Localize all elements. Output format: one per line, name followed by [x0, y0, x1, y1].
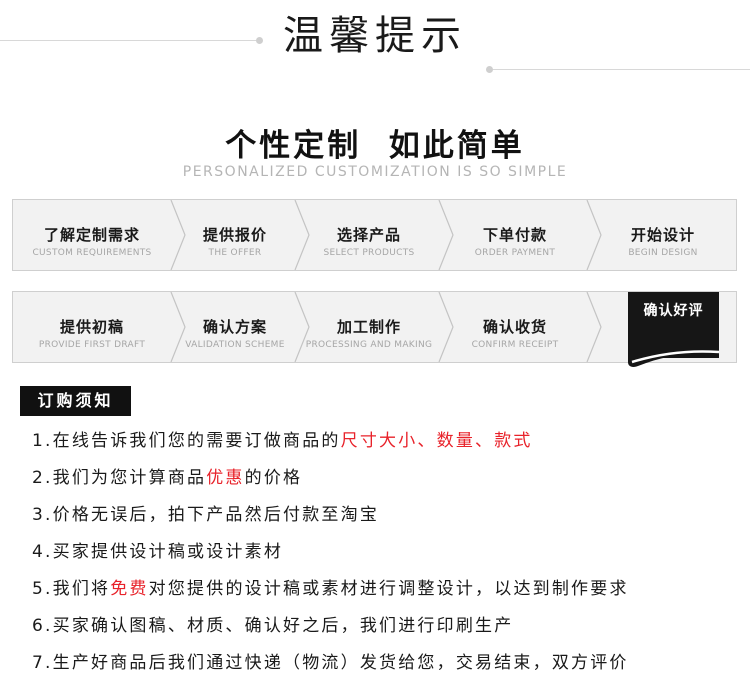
item-text: 5.我们将 — [32, 579, 111, 599]
step-subtitle: SELECT PRODUCTS — [323, 248, 415, 258]
list-item: 7.生产好商品后我们通过快递（物流）发货给您，交易结束，双方评价 — [32, 645, 747, 682]
step-order-payment: 下单付款 ORDER PAYMENT — [445, 200, 585, 270]
item-text: 6.买家确认图稿、材质、确认好之后，我们进行印刷生产 — [32, 616, 514, 636]
badge-curl-icon — [628, 332, 719, 367]
step-title: 下单付款 — [482, 226, 547, 244]
list-item: 3.价格无误后，拍下产品然后付款至淘宝 — [32, 497, 747, 534]
list-item: 1.在线告诉我们您的需要订做商品的尺寸大小、数量、款式 — [32, 423, 747, 460]
step-begin-design: 开始设计 BEGIN DESIGN — [593, 200, 733, 270]
step-title: 选择产品 — [336, 226, 401, 244]
step-subtitle: ORDER PAYMENT — [474, 248, 556, 258]
item-highlight: 优惠 — [206, 468, 245, 488]
step-title: 提供初稿 — [59, 318, 124, 336]
section-title: 个性定制 如此简单 — [225, 128, 525, 164]
page-title: 温馨提示 — [283, 13, 467, 59]
list-item: 5.我们将免费对您提供的设计稿或素材进行调整设计，以达到制作要求 — [32, 571, 747, 608]
list-item: 4.买家提供设计稿或设计素材 — [32, 534, 747, 571]
step-select-products: 选择产品 SELECT PRODUCTS — [301, 200, 437, 270]
list-item: 2.我们为您计算商品优惠的价格 — [32, 460, 747, 497]
step-title: 提供报价 — [202, 226, 267, 244]
item-highlight: 尺寸大小、数量、款式 — [340, 431, 533, 451]
step-title: 确认收货 — [482, 318, 547, 336]
badge-label: 确认好评 — [643, 303, 704, 319]
step-subtitle: CONFIRM RECEIPT — [471, 340, 559, 350]
list-item: 6.买家确认图稿、材质、确认好之后，我们进行印刷生产 — [32, 608, 747, 645]
item-text: 1.在线告诉我们您的需要订做商品的 — [32, 431, 341, 451]
step-title: 了解定制需求 — [43, 226, 140, 244]
notice-tag: 订购须知 — [20, 386, 131, 416]
step-subtitle: VALIDATION SCHEME — [185, 340, 285, 350]
item-text: 2.我们为您计算商品 — [32, 468, 207, 488]
header-dot-right — [486, 66, 493, 73]
step-confirm-receipt: 确认收货 CONFIRM RECEIPT — [445, 292, 585, 362]
item-text: 4.买家提供设计稿或设计素材 — [32, 542, 284, 562]
step-title: 开始设计 — [630, 226, 695, 244]
header-line-right — [490, 69, 750, 70]
step-offer: 提供报价 THE OFFER — [173, 200, 297, 270]
step-subtitle: CUSTOM REQUIREMENTS — [32, 248, 152, 258]
step-validation-scheme: 确认方案 VALIDATION SCHEME — [173, 292, 297, 362]
step-subtitle: BEGIN DESIGN — [628, 248, 698, 258]
step-title: 加工制作 — [336, 318, 401, 336]
section-subtitle: PERSONALIZED CUSTOMIZATION IS SO SIMPLE — [182, 164, 568, 180]
step-processing-making: 加工制作 PROCESSING AND MAKING — [299, 292, 439, 362]
step-subtitle: PROCESSING AND MAKING — [305, 340, 433, 350]
step-title: 确认方案 — [202, 318, 267, 336]
step-subtitle: THE OFFER — [208, 248, 262, 258]
item-text: 7.生产好商品后我们通过快递（物流）发货给您，交易结束，双方评价 — [32, 653, 629, 673]
step-subtitle: PROVIDE FIRST DRAFT — [38, 340, 146, 350]
chevron-separator-icon — [586, 292, 602, 362]
step-custom-requirements: 了解定制需求 CUSTOM REQUIREMENTS — [13, 200, 171, 270]
item-highlight: 免费 — [110, 579, 149, 599]
notice-list: 1.在线告诉我们您的需要订做商品的尺寸大小、数量、款式 2.我们为您计算商品优惠… — [32, 423, 747, 682]
item-text: 3.价格无误后，拍下产品然后付款至淘宝 — [32, 505, 380, 525]
process-row-1: 了解定制需求 CUSTOM REQUIREMENTS 提供报价 THE OFFE… — [12, 199, 737, 271]
item-text-after: 对您提供的设计稿或素材进行调整设计，以达到制作要求 — [148, 579, 629, 599]
item-text-after: 的价格 — [244, 468, 303, 488]
step-provide-first-draft: 提供初稿 PROVIDE FIRST DRAFT — [13, 292, 171, 362]
